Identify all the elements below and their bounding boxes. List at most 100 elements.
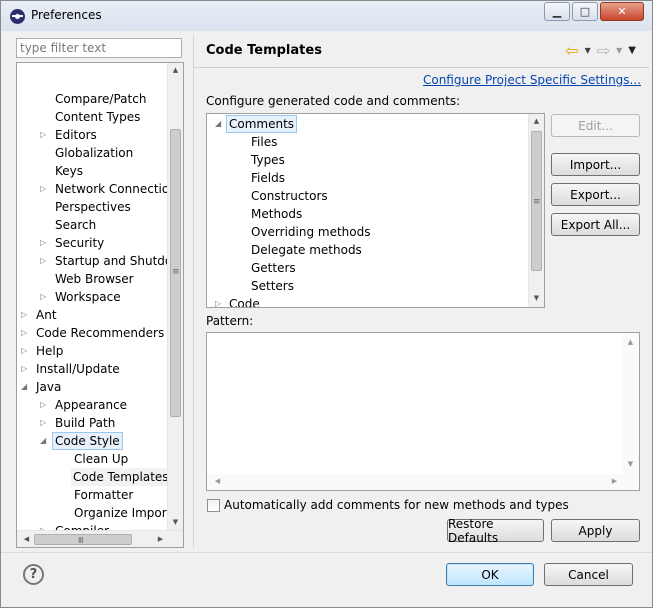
tree-item-label: Editors <box>55 128 97 142</box>
templates-tree: ◢ Comments Files Types Fields Constructors Met… <box>206 113 545 308</box>
tree-horizontal-scrollbar[interactable]: ◀ Ⅲ ▶ <box>17 530 183 547</box>
help-icon[interactable]: ? <box>23 564 44 585</box>
tree-item-label: Compare/Patch <box>55 92 147 106</box>
tree-vertical-scrollbar[interactable]: ▲ ≡ ▼ <box>167 63 183 531</box>
close-button[interactable]: ✕ <box>600 2 644 21</box>
tpl-grip-icon: ≡ <box>533 197 541 207</box>
template-item-label: Getters <box>251 261 296 275</box>
template-item-label: Files <box>251 135 278 149</box>
collapsed-twisty-icon[interactable]: ▷ <box>21 306 29 324</box>
title-bar: Preferences ▁ □ ✕ <box>1 1 652 31</box>
tree-item-label: Help <box>36 344 64 358</box>
tpl-scroll-down-icon[interactable]: ▼ <box>529 291 544 306</box>
pattern-scroll-right-icon[interactable]: ▶ <box>607 474 622 489</box>
view-menu-icon[interactable]: ▼ <box>628 45 636 56</box>
forward-arrow-icon[interactable]: ⇨ <box>597 41 610 60</box>
configure-project-settings-link[interactable]: Configure Project Specific Settings... <box>423 73 641 87</box>
pattern-label: Pattern: <box>206 314 254 328</box>
preference-tree: Compare/Patch Content Types ▷ Editors Global… <box>16 62 184 548</box>
tree-item-label: Java <box>36 380 62 394</box>
tree-item-label: Formatter <box>74 488 134 502</box>
scroll-up-arrow-icon[interactable]: ▲ <box>168 63 183 78</box>
tree-item-label: Organize Import <box>74 506 172 520</box>
back-history-dropdown-icon[interactable]: ▼ <box>585 46 591 55</box>
restore-defaults-button[interactable]: Restore Defaults <box>447 517 544 545</box>
tree-item-label: Code Recommenders <box>36 326 165 340</box>
maximize-button[interactable]: □ <box>572 2 598 21</box>
template-item-label: Fields <box>251 171 285 185</box>
pattern-scroll-down-icon[interactable]: ▼ <box>623 457 638 472</box>
template-item-label: Methods <box>251 207 303 221</box>
collapsed-twisty-icon[interactable]: ▷ <box>21 360 29 378</box>
collapsed-twisty-icon[interactable]: ▷ <box>40 252 48 270</box>
tree-item-label: Security <box>55 236 105 250</box>
collapsed-twisty-icon[interactable]: ▷ <box>40 414 48 432</box>
collapsed-twisty-icon[interactable]: ▷ <box>40 180 48 198</box>
edit-button[interactable]: Edit... <box>551 114 640 137</box>
export-all-button[interactable]: Export All... <box>551 213 640 236</box>
tree-item-label: Globalization <box>55 146 134 160</box>
minimize-button[interactable]: ▁ <box>544 2 570 21</box>
ok-button[interactable]: OK <box>446 563 534 586</box>
expanded-twisty-icon[interactable]: ◢ <box>21 378 29 396</box>
collapsed-twisty-icon[interactable]: ▷ <box>40 288 48 306</box>
tree-item-label: Web Browser <box>55 272 134 286</box>
collapsed-twisty-icon[interactable]: ▷ <box>21 324 29 342</box>
template-item-label: Constructors <box>251 189 328 203</box>
tree-item-label: Keys <box>55 164 84 178</box>
tree-item-label: Perspectives <box>55 200 131 214</box>
hgrip-icon: Ⅲ <box>78 536 84 545</box>
template-item-label: Delegate methods <box>251 243 362 257</box>
pattern-hscrollbar[interactable]: ◀ ▶ <box>207 474 639 490</box>
window-title: Preferences <box>31 8 102 22</box>
footer-separator <box>1 552 652 553</box>
scroll-left-arrow-icon[interactable]: ◀ <box>19 532 34 547</box>
tree-item-label: Build Path <box>55 416 116 430</box>
export-button[interactable]: Export... <box>551 183 640 206</box>
tree-item-label: Content Types <box>55 110 141 124</box>
tree-item-label: Clean Up <box>74 452 129 466</box>
tree-item-label: Appearance <box>55 398 128 412</box>
collapsed-twisty-icon[interactable]: ▷ <box>40 396 48 414</box>
code-templates-page: Code Templates ⇦ ▼ ⇨ ▼ ▼ Configure Proje… <box>193 35 649 548</box>
tree-item-label: Install/Update <box>36 362 120 376</box>
pattern-scroll-left-icon[interactable]: ◀ <box>210 474 225 489</box>
tree-item-label: Code Style <box>52 432 123 450</box>
tree-scroll-thumb[interactable]: ≡ <box>170 129 181 417</box>
templates-scrollbar[interactable]: ▲ ≡ ▼ <box>528 114 544 307</box>
page-title: Code Templates <box>206 43 322 58</box>
apply-button[interactable]: Apply <box>551 519 640 542</box>
grip-icon: ≡ <box>172 267 180 277</box>
collapsed-twisty-icon[interactable]: ▷ <box>21 342 29 360</box>
back-arrow-icon[interactable]: ⇦ <box>565 41 578 60</box>
template-item-label: Code <box>229 297 260 308</box>
collapsed-twisty-icon[interactable]: ▷ <box>40 234 48 252</box>
page-nav: ⇦ ▼ ⇨ ▼ ▼ <box>565 41 636 60</box>
pattern-vscrollbar[interactable]: ▲ ▼ <box>623 333 639 474</box>
tpl-scroll-up-icon[interactable]: ▲ <box>529 114 544 129</box>
import-button[interactable]: Import... <box>551 153 640 176</box>
tree-hscroll-thumb[interactable]: Ⅲ <box>34 534 132 545</box>
collapsed-twisty-icon[interactable]: ▷ <box>215 295 223 307</box>
collapsed-twisty-icon[interactable]: ▷ <box>40 126 48 144</box>
tree-item-label: Workspace <box>55 290 121 304</box>
pattern-editor[interactable]: ▲ ▼ ◀ ▶ <box>206 332 640 491</box>
expanded-twisty-icon[interactable]: ◢ <box>215 115 223 133</box>
expanded-twisty-icon[interactable]: ◢ <box>40 432 48 450</box>
auto-comments-label: Automatically add comments for new metho… <box>224 498 569 512</box>
cancel-button[interactable]: Cancel <box>544 563 633 586</box>
forward-history-dropdown-icon[interactable]: ▼ <box>616 46 622 55</box>
template-item-label: Setters <box>251 279 294 293</box>
tpl-scroll-thumb[interactable]: ≡ <box>531 131 542 271</box>
tree-item-label: Code Templates <box>71 468 171 486</box>
tree-item-label: Startup and Shutdo <box>55 254 173 268</box>
scroll-right-arrow-icon[interactable]: ▶ <box>153 532 168 547</box>
scroll-down-arrow-icon[interactable]: ▼ <box>168 515 183 530</box>
template-item-label: Comments <box>226 115 298 133</box>
eclipse-icon <box>10 9 25 24</box>
preferences-window: Preferences ▁ □ ✕ Compare/Patch Content T… <box>0 0 653 608</box>
pattern-scroll-up-icon[interactable]: ▲ <box>623 335 638 350</box>
auto-comments-checkbox[interactable] <box>207 499 220 512</box>
filter-input[interactable] <box>16 38 182 58</box>
tree-item-label: Ant <box>36 308 57 322</box>
